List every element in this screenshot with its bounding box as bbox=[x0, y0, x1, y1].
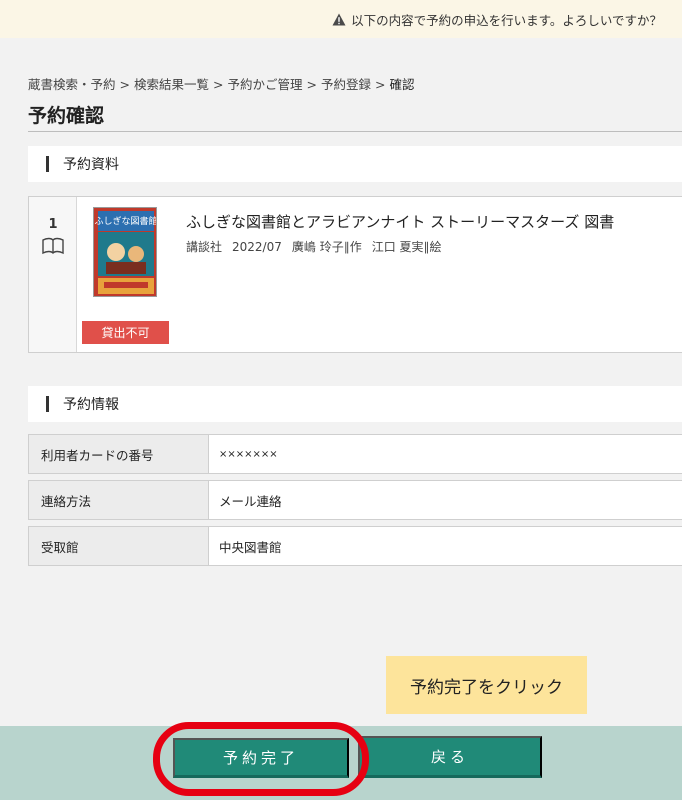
item-author: 廣嶋 玲子∥作 bbox=[291, 240, 362, 254]
breadcrumb-current: 確認 bbox=[389, 77, 415, 92]
reservation-heading: 予約情報 bbox=[63, 397, 119, 413]
pickup-library-label: 受取館 bbox=[29, 527, 209, 565]
material-item: 1 ふしぎな図書館 貸出不可 ふしぎな図書館とアラビアンナイト ストーリーマスタ… bbox=[28, 196, 682, 353]
table-row: 連絡方法 メール連絡 bbox=[28, 480, 682, 520]
book-cover-image[interactable]: ふしぎな図書館 bbox=[93, 207, 157, 297]
card-number-value: ××××××× bbox=[219, 448, 278, 460]
item-publisher: 講談社 bbox=[186, 240, 223, 254]
item-meta: 講談社 2022/07 廣嶋 玲子∥作 江口 夏実∥絵 bbox=[186, 238, 452, 255]
page-title: 予約確認 bbox=[28, 105, 105, 127]
table-row: 受取館 中央図書館 bbox=[28, 526, 682, 566]
confirmation-notice: 以下の内容で予約の申込を行います。よろしいですか？ bbox=[0, 0, 682, 38]
breadcrumb-link-results[interactable]: 検索結果一覧 bbox=[134, 77, 209, 92]
title-divider bbox=[28, 131, 682, 132]
breadcrumb-link-search[interactable]: 蔵書検索・予約 bbox=[28, 77, 116, 92]
materials-heading: 予約資料 bbox=[63, 157, 119, 173]
contact-method-label: 連絡方法 bbox=[29, 481, 209, 519]
warning-icon bbox=[332, 13, 346, 26]
item-number: 1 bbox=[48, 217, 58, 232]
highlight-circle bbox=[153, 722, 369, 796]
breadcrumb: 蔵書検索・予約 > 検索結果一覧 > 予約かご管理 > 予約登録 > 確認 bbox=[28, 77, 415, 92]
item-number-column: 1 bbox=[29, 197, 77, 352]
cover-title: ふしぎな図書館 bbox=[94, 215, 157, 227]
item-date: 2022/07 bbox=[232, 240, 282, 254]
item-illustrator: 江口 夏実∥絵 bbox=[371, 240, 442, 254]
breadcrumb-link-register[interactable]: 予約登録 bbox=[321, 77, 371, 92]
reservation-section-header: 予約情報 bbox=[28, 386, 682, 422]
item-title-link[interactable]: ふしぎな図書館とアラビアンナイト ストーリーマスターズ 図書 bbox=[186, 211, 614, 232]
card-number-label: 利用者カードの番号 bbox=[29, 435, 209, 473]
status-badge: 貸出不可 bbox=[82, 321, 169, 344]
table-row: 利用者カードの番号 ××××××× bbox=[28, 434, 682, 474]
book-icon bbox=[42, 237, 64, 255]
section-marker bbox=[46, 396, 49, 412]
contact-method-value: メール連絡 bbox=[219, 493, 282, 509]
notice-text: 以下の内容で予約の申込を行います。よろしいですか？ bbox=[351, 12, 662, 28]
section-marker bbox=[46, 156, 49, 172]
materials-section-header: 予約資料 bbox=[28, 146, 682, 182]
breadcrumb-link-cart[interactable]: 予約かご管理 bbox=[228, 77, 303, 92]
instruction-callout: 予約完了をクリック bbox=[386, 656, 587, 714]
pickup-library-value: 中央図書館 bbox=[219, 539, 282, 555]
back-button[interactable]: 戻る bbox=[358, 736, 542, 778]
